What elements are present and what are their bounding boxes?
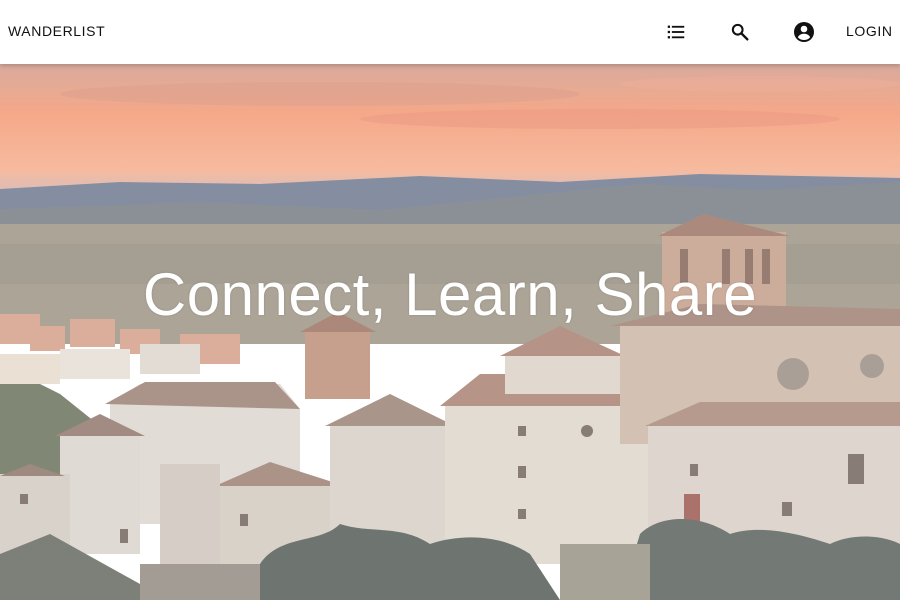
account-circle-icon — [794, 22, 814, 42]
login-button[interactable]: LOGIN — [834, 23, 900, 39]
hero-banner: Connect, Learn, Share — [0, 64, 900, 600]
hero-headline: Connect, Learn, Share — [142, 261, 758, 328]
hero-overlay — [0, 64, 900, 600]
format-list-icon — [667, 25, 685, 39]
search-icon — [731, 23, 749, 41]
account-button[interactable] — [788, 16, 820, 48]
list-button[interactable] — [660, 16, 692, 48]
brand-logo[interactable]: WANDERLIST — [8, 23, 105, 39]
top-app-bar: WANDERLIST LOGIN — [0, 0, 900, 64]
search-button[interactable] — [724, 16, 756, 48]
